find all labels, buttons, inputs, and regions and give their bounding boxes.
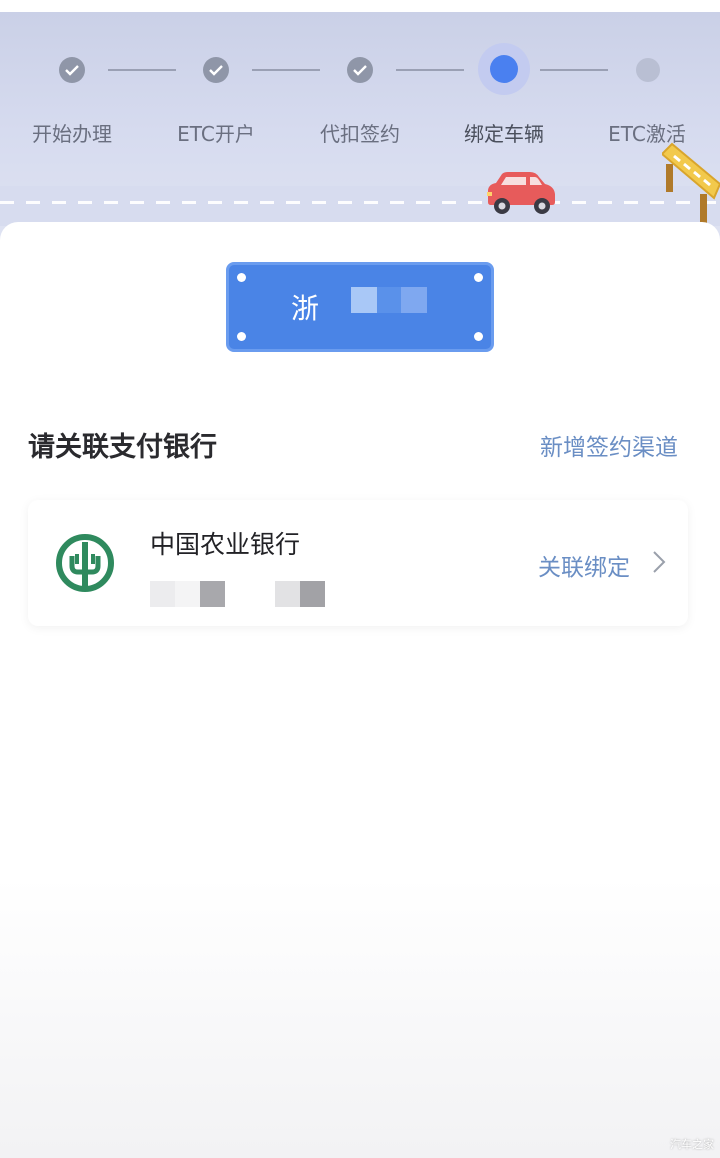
chevron-right-icon[interactable]: [652, 550, 666, 574]
step-1-indicator: [52, 50, 92, 90]
plate-bolt: [237, 273, 246, 282]
bind-account-link[interactable]: 关联绑定: [538, 548, 630, 582]
step-4-indicator: [478, 43, 530, 95]
toll-gate-icon: [662, 142, 720, 224]
step-label: 代扣签约: [320, 122, 400, 146]
step-label: 开始办理: [32, 122, 112, 146]
plate-redacted-block: [401, 287, 427, 313]
section-title: 请关联支付银行: [28, 432, 217, 463]
check-icon: [353, 65, 367, 76]
step-3-indicator: [340, 50, 380, 90]
road: [0, 186, 720, 226]
step-label: ETC开户: [177, 122, 255, 146]
car-icon: [487, 172, 555, 214]
bank-name: 中国农业银行: [150, 530, 301, 559]
check-icon: [65, 65, 79, 76]
license-plate: 浙: [226, 262, 494, 352]
step-connector: [108, 69, 176, 71]
abc-bank-logo: [56, 534, 114, 592]
step-connector: [396, 69, 464, 71]
status-strip: [0, 0, 720, 12]
plate-bolt: [474, 273, 483, 282]
account-redacted-block: [175, 581, 200, 607]
account-redacted-block: [200, 581, 225, 607]
account-redacted-block: [300, 581, 325, 607]
step-connector: [252, 69, 320, 71]
main-panel: [0, 222, 720, 1158]
bank-list-item[interactable]: 中国农业银行 关联绑定: [28, 500, 688, 626]
step-label: 绑定车辆: [464, 122, 544, 146]
account-redacted-block: [275, 581, 300, 607]
add-channel-link[interactable]: 新增签约渠道: [540, 428, 678, 462]
plate-redacted-block: [351, 287, 377, 313]
watermark: 汽车之家: [670, 1138, 714, 1151]
road-lane-marking: [0, 201, 720, 204]
account-redacted-block: [150, 581, 175, 607]
step-connector: [540, 69, 608, 71]
progress-header: 开始办理 ETC开户 代扣签约 绑定车辆 ETC激活: [0, 0, 720, 240]
check-icon: [209, 65, 223, 76]
plate-bolt: [237, 332, 246, 341]
plate-prefix: 浙: [291, 292, 320, 325]
step-2-indicator: [196, 50, 236, 90]
step-5-indicator: [628, 50, 668, 90]
plate-bolt: [474, 332, 483, 341]
plate-redacted-block: [377, 287, 401, 313]
